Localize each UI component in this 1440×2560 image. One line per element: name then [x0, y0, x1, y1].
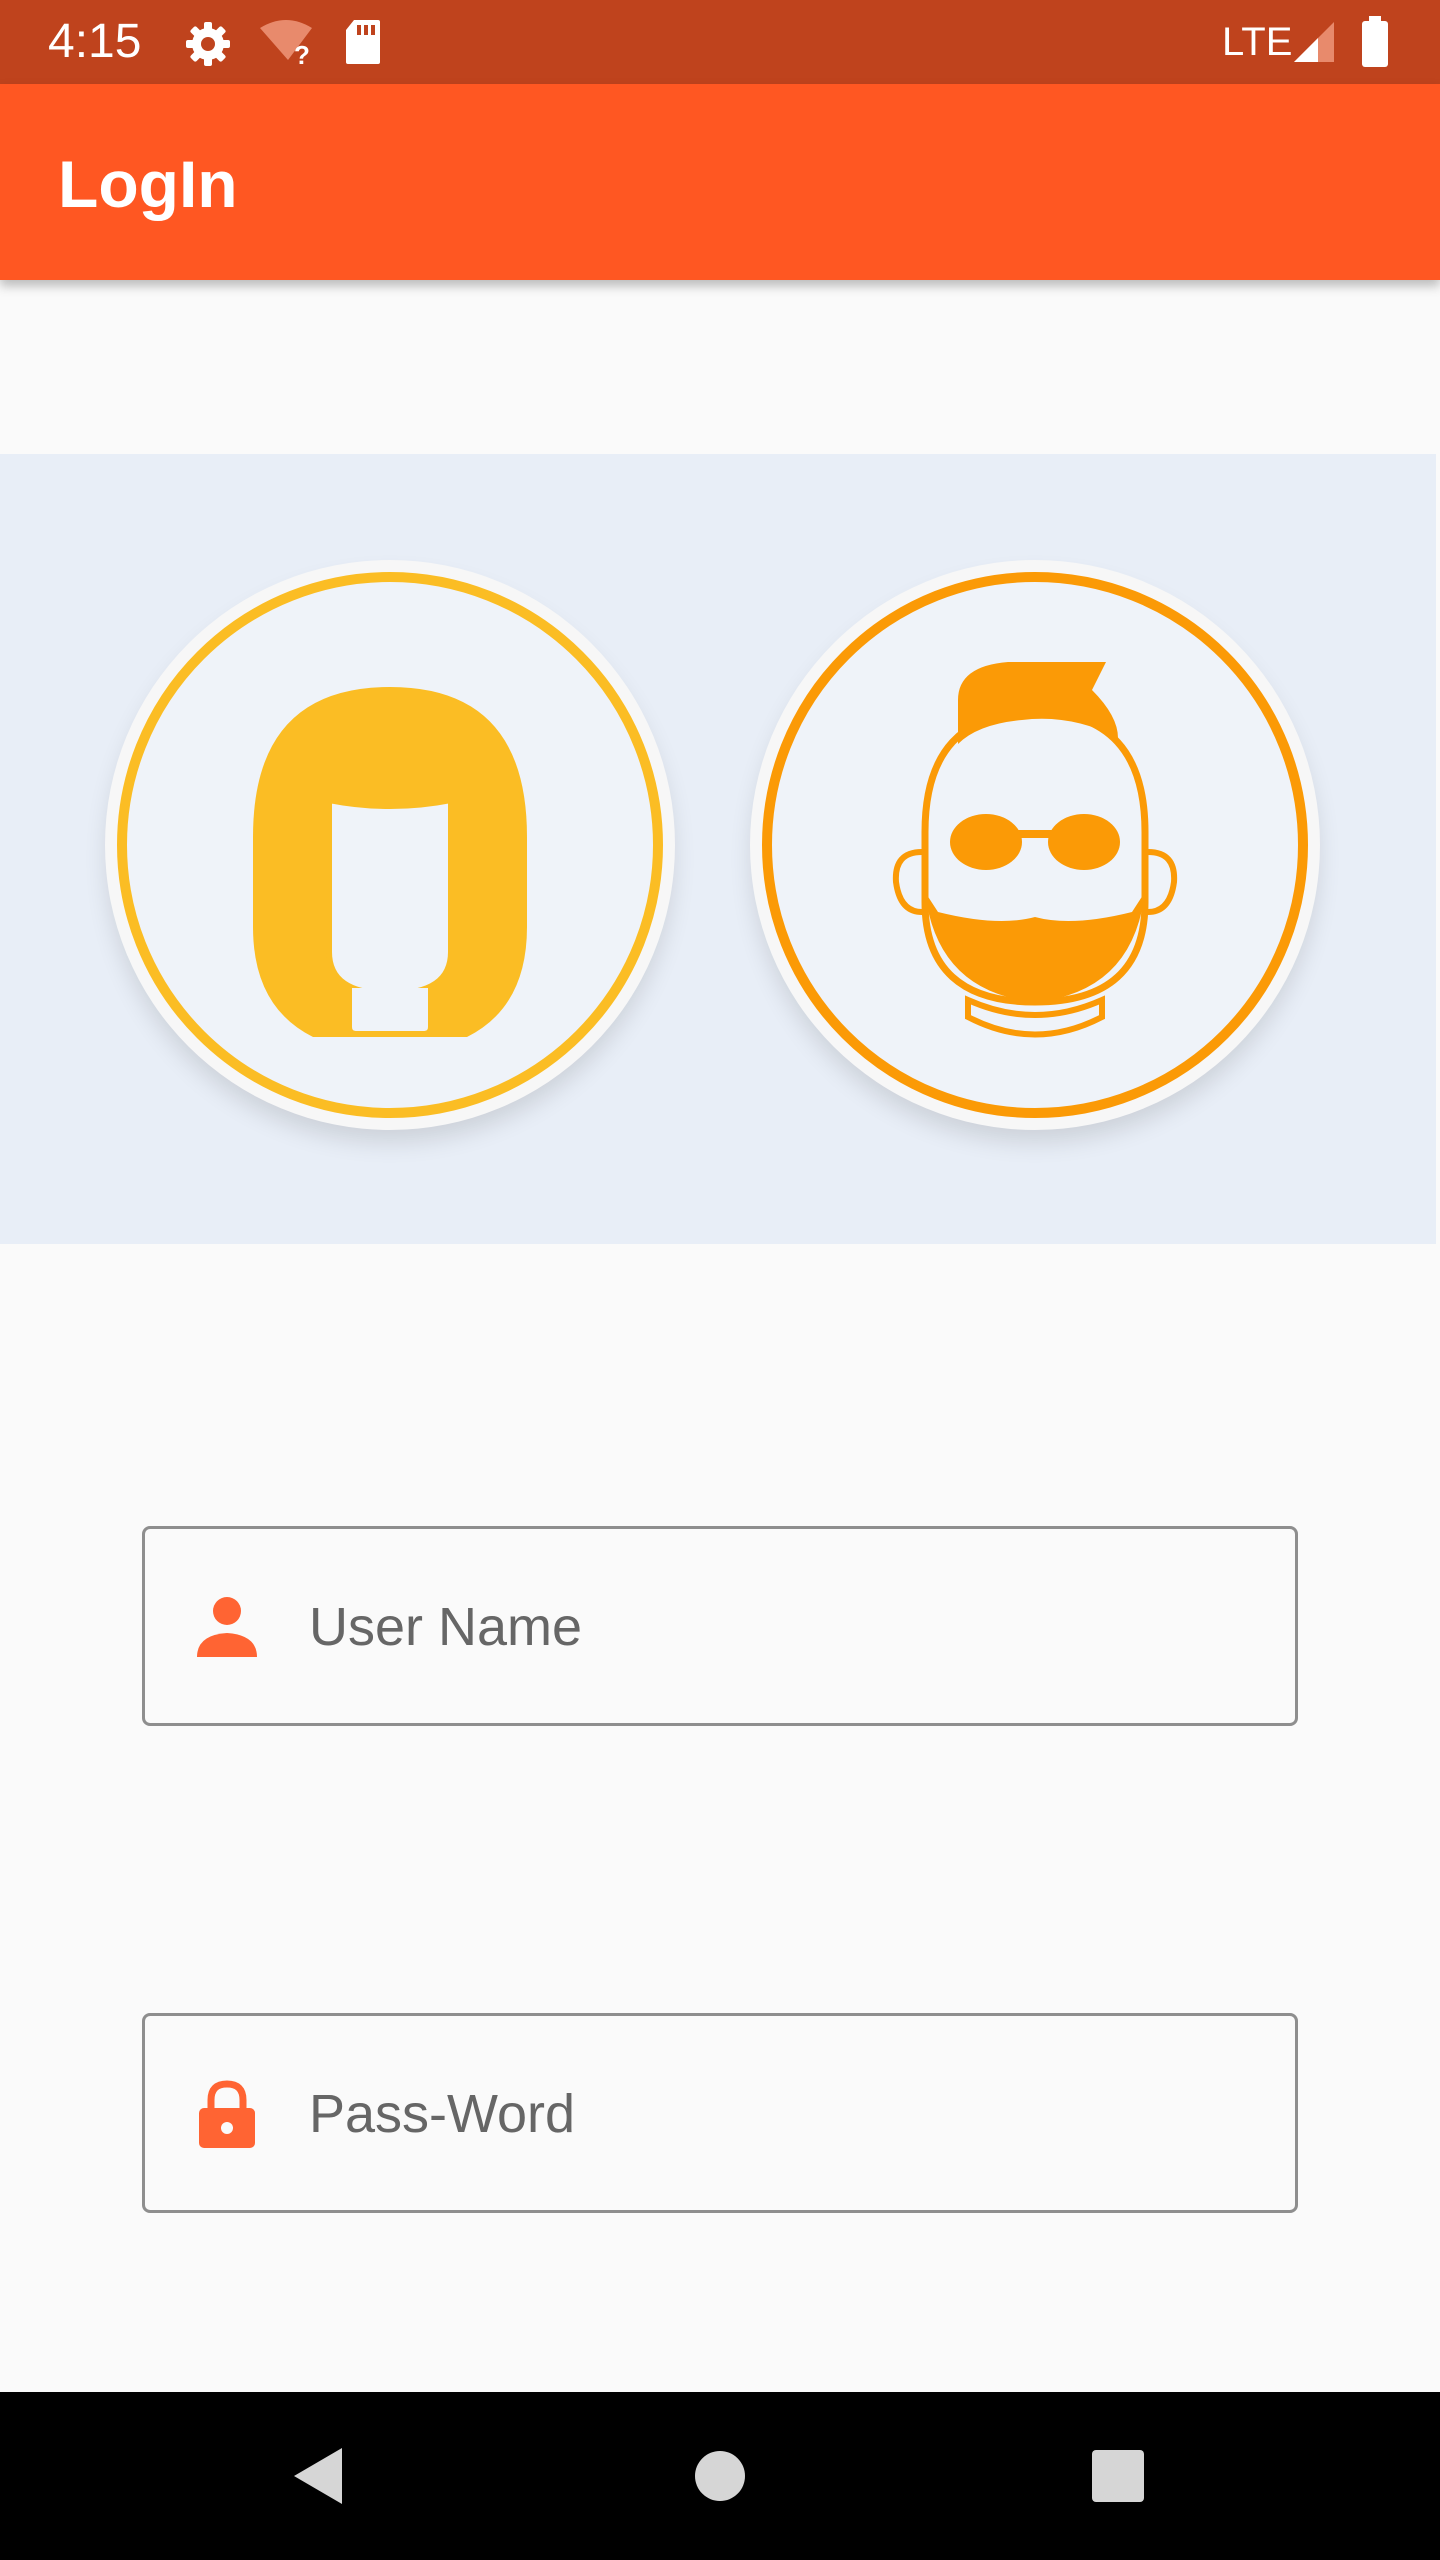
app-bar: LogIn [0, 84, 1440, 280]
home-button[interactable] [636, 2392, 804, 2560]
signal-icon [1294, 22, 1334, 62]
person-icon [197, 1597, 257, 1657]
back-icon [294, 2448, 342, 2504]
female-avatar-button[interactable] [117, 572, 663, 1118]
home-icon [695, 2451, 745, 2501]
navigation-bar [0, 2392, 1440, 2560]
settings-icon [186, 22, 230, 66]
avatar-selection-area [0, 454, 1436, 1244]
back-button[interactable] [236, 2392, 404, 2560]
password-input[interactable] [309, 2066, 1249, 2162]
password-field[interactable] [142, 2013, 1298, 2213]
sd-card-icon [346, 20, 380, 64]
male-avatar-icon [892, 662, 1178, 1038]
lock-icon [199, 2080, 255, 2148]
male-avatar-button[interactable] [762, 572, 1308, 1118]
wifi-unknown-icon: ? [260, 20, 312, 66]
recents-icon [1092, 2450, 1144, 2502]
network-type-label: LTE [1222, 20, 1293, 64]
username-input[interactable] [309, 1579, 1249, 1675]
page-title: LogIn [58, 147, 238, 221]
svg-text:?: ? [294, 40, 310, 66]
status-time: 4:15 [48, 15, 142, 68]
status-bar: 4:15 ? LTE [0, 0, 1440, 84]
female-avatar-icon [253, 687, 527, 1037]
username-field[interactable] [142, 1526, 1298, 1726]
recents-button[interactable] [1034, 2392, 1202, 2560]
battery-icon [1362, 16, 1388, 67]
